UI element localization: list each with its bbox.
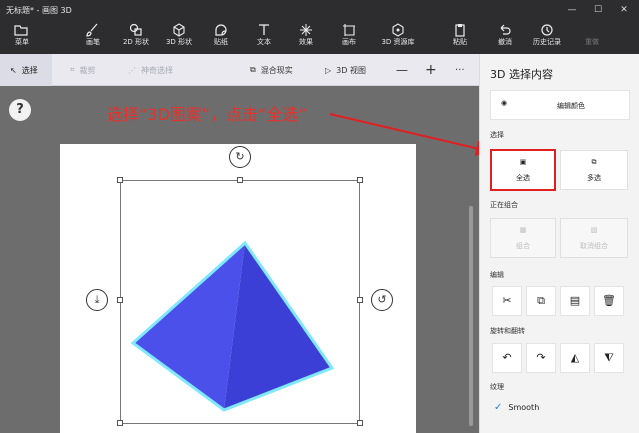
copy-icon[interactable]: ⧉ xyxy=(526,286,556,316)
select-all-icon: ▣ xyxy=(519,158,527,166)
delete-icon[interactable]: 🗑 xyxy=(594,286,624,316)
section-rotate-label: 旋转和翻转 xyxy=(490,327,525,335)
flip-vertical-icon[interactable]: ⧨ xyxy=(594,343,624,373)
section-group-label: 正在组合 xyxy=(490,201,518,209)
section-texture-label: 纹理 xyxy=(490,383,504,391)
palette-icon: ◉ xyxy=(501,99,508,107)
edit-color-button[interactable]: ◉ 编辑颜色 xyxy=(490,90,630,120)
section-select-label: 选择 xyxy=(490,131,504,139)
side-panel: 3D 选择内容 ◉ 编辑颜色 选择 ▣ 全选 ⧉ 多选 正在组合 ▦ 组合 ▧ … xyxy=(479,54,639,433)
select-all-button[interactable]: ▣ 全选 xyxy=(490,149,556,191)
group-icon: ▦ xyxy=(519,226,527,234)
ungroup-button[interactable]: ▧ 取消组合 xyxy=(560,218,628,258)
checkmark-icon: ✓ xyxy=(494,402,503,413)
ungroup-icon: ▧ xyxy=(590,226,598,234)
cut-icon[interactable]: ✂ xyxy=(492,286,522,316)
rotate-right-icon[interactable]: ↷ xyxy=(526,343,556,373)
multi-select-icon: ⧉ xyxy=(591,158,597,166)
paste-icon[interactable]: ▤ xyxy=(560,286,590,316)
arrow-line xyxy=(329,113,492,157)
panel-title: 3D 选择内容 xyxy=(490,68,553,81)
flip-horizontal-icon[interactable]: ◭ xyxy=(560,343,590,373)
rotate-left-icon[interactable]: ↶ xyxy=(492,343,522,373)
section-edit-label: 编辑 xyxy=(490,271,504,279)
group-button[interactable]: ▦ 组合 xyxy=(490,218,556,258)
multi-select-button[interactable]: ⧉ 多选 xyxy=(560,150,628,190)
smooth-option[interactable]: ✓ Smooth xyxy=(494,402,539,413)
